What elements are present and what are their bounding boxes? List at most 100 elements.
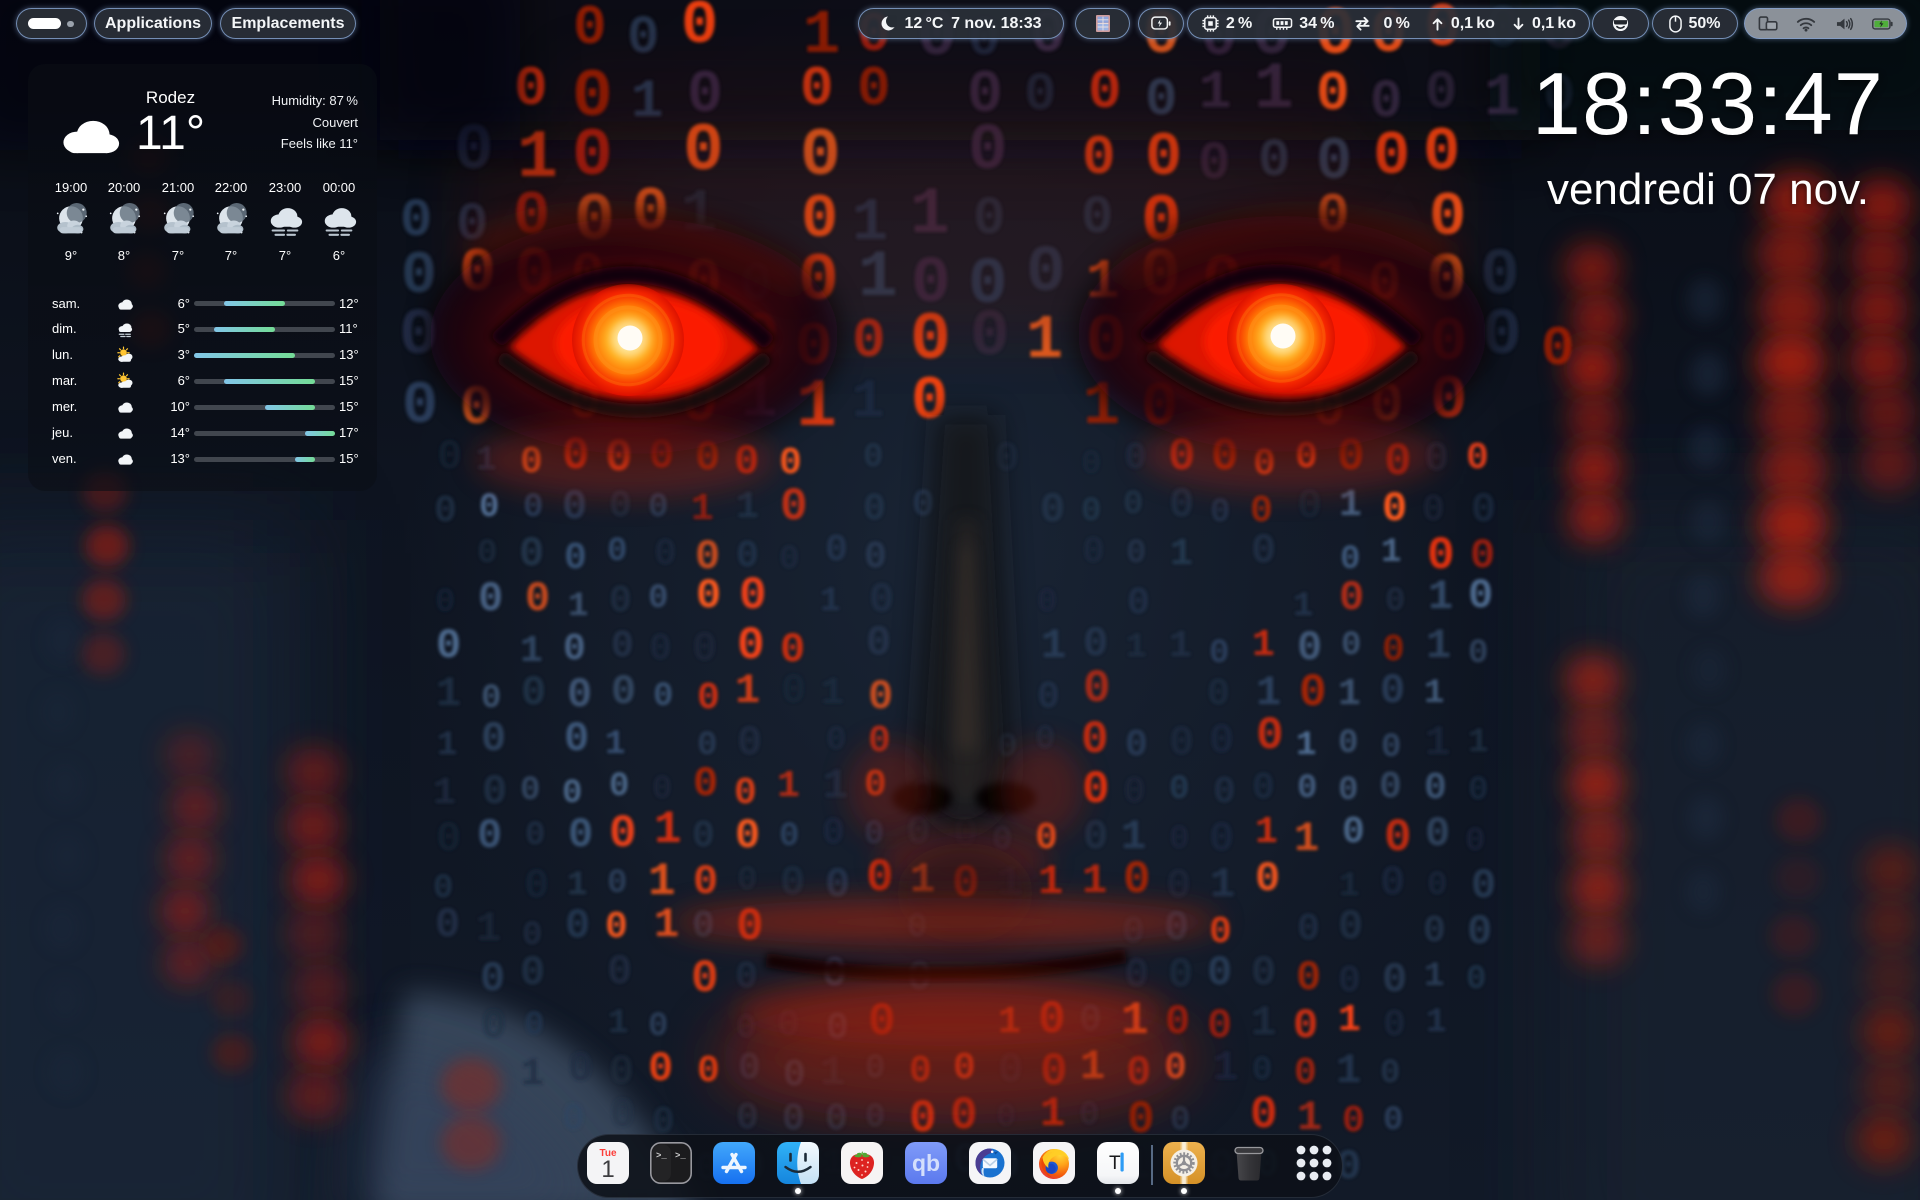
svg-text:1: 1 xyxy=(1041,622,1066,670)
svg-text:0: 0 xyxy=(523,489,543,527)
svg-text:1: 1 xyxy=(568,588,588,626)
svg-text:0: 0 xyxy=(563,628,586,671)
svg-text:0: 0 xyxy=(1124,951,1149,999)
svg-text:0: 0 xyxy=(434,490,457,533)
svg-text:0: 0 xyxy=(1425,63,1457,124)
svg-text:0: 0 xyxy=(609,1048,634,1096)
svg-text:0: 0 xyxy=(1083,663,1111,715)
svg-text:0: 0 xyxy=(696,572,721,620)
svg-text:0: 0 xyxy=(520,949,545,997)
svg-text:0: 0 xyxy=(1380,1055,1400,1093)
svg-text:0: 0 xyxy=(1040,486,1065,534)
svg-text:1: 1 xyxy=(852,372,884,433)
svg-text:0: 0 xyxy=(609,768,629,806)
svg-text:0: 0 xyxy=(1385,583,1405,621)
svg-text:1: 1 xyxy=(567,867,587,905)
svg-text:0: 0 xyxy=(653,678,673,716)
svg-text:1: 1 xyxy=(476,905,501,953)
svg-text:0: 0 xyxy=(1380,667,1405,715)
svg-text:1: 1 xyxy=(1294,815,1319,863)
svg-text:0: 0 xyxy=(864,536,887,579)
svg-text:0: 0 xyxy=(1169,719,1194,767)
svg-text:0: 0 xyxy=(1423,910,1446,953)
svg-text:0: 0 xyxy=(1379,766,1402,809)
svg-text:0: 0 xyxy=(1382,956,1407,1004)
svg-text:1: 1 xyxy=(520,630,543,673)
svg-text:0: 0 xyxy=(477,535,497,573)
svg-text:0: 0 xyxy=(435,584,455,622)
svg-text:0: 0 xyxy=(826,722,846,760)
svg-text:0: 0 xyxy=(481,715,506,763)
svg-text:0: 0 xyxy=(524,1007,544,1045)
svg-text:0: 0 xyxy=(478,575,503,623)
svg-text:0: 0 xyxy=(1425,810,1450,858)
svg-text:1: 1 xyxy=(1252,624,1275,667)
svg-text:0: 0 xyxy=(1382,629,1405,672)
svg-text:0: 0 xyxy=(573,0,607,60)
svg-text:0: 0 xyxy=(1081,493,1101,531)
svg-text:0: 0 xyxy=(868,673,893,721)
svg-text:0: 0 xyxy=(481,680,501,718)
svg-text:0: 0 xyxy=(654,533,677,576)
svg-text:0: 0 xyxy=(697,677,720,720)
svg-text:0: 0 xyxy=(1210,494,1230,532)
svg-text:0: 0 xyxy=(648,1008,668,1046)
svg-text:0: 0 xyxy=(1384,812,1412,864)
svg-text:1: 1 xyxy=(433,772,456,815)
svg-text:0: 0 xyxy=(779,442,802,485)
svg-text:0: 0 xyxy=(477,812,502,860)
svg-text:0: 0 xyxy=(1168,951,1193,999)
svg-text:0: 0 xyxy=(609,580,632,623)
svg-text:1: 1 xyxy=(1338,999,1361,1042)
svg-text:0: 0 xyxy=(521,669,546,717)
svg-text:0: 0 xyxy=(866,619,891,667)
svg-text:0: 0 xyxy=(1123,854,1151,906)
svg-text:0: 0 xyxy=(779,541,799,579)
svg-text:0: 0 xyxy=(1471,862,1496,910)
svg-text:1: 1 xyxy=(1170,533,1193,576)
svg-text:0: 0 xyxy=(779,818,799,856)
svg-text:0: 0 xyxy=(1209,635,1229,673)
svg-text:0: 0 xyxy=(692,815,715,858)
svg-text:0: 0 xyxy=(609,808,637,860)
svg-text:0: 0 xyxy=(1251,527,1276,575)
svg-text:0: 0 xyxy=(627,8,659,69)
svg-text:1: 1 xyxy=(821,672,844,715)
svg-text:1: 1 xyxy=(1468,724,1488,762)
svg-text:0: 0 xyxy=(564,715,589,763)
svg-text:1: 1 xyxy=(1336,1047,1361,1095)
svg-text:0: 0 xyxy=(607,865,627,903)
svg-text:1: 1 xyxy=(820,583,840,621)
svg-text:0: 0 xyxy=(1297,908,1320,951)
svg-text:1: 1 xyxy=(1210,861,1235,909)
svg-text:0: 0 xyxy=(825,529,848,572)
svg-text:0: 0 xyxy=(605,906,628,949)
svg-text:0: 0 xyxy=(1083,620,1108,668)
svg-text:0: 0 xyxy=(520,772,540,810)
svg-text:0: 0 xyxy=(1125,724,1148,767)
svg-text:>_: >_ xyxy=(656,1151,667,1161)
svg-text:1: 1 xyxy=(1426,1004,1446,1042)
svg-text:1: 1 xyxy=(1293,588,1313,626)
svg-text:0: 0 xyxy=(525,575,550,623)
svg-text:0: 0 xyxy=(681,0,718,61)
svg-text:0: 0 xyxy=(1207,1002,1232,1050)
svg-text:1: 1 xyxy=(1169,625,1192,668)
svg-text:0: 0 xyxy=(435,901,460,949)
svg-text:0: 0 xyxy=(1251,949,1276,997)
svg-text:1: 1 xyxy=(654,804,682,856)
svg-text:0: 0 xyxy=(1169,481,1194,529)
svg-text:0: 0 xyxy=(780,859,805,907)
svg-text:0: 0 xyxy=(480,955,505,1003)
svg-text:0: 0 xyxy=(1081,446,1101,484)
svg-text:0: 0 xyxy=(1466,437,1489,480)
svg-text:1: 1 xyxy=(1126,629,1146,667)
svg-text:0: 0 xyxy=(562,775,582,813)
svg-text:0: 0 xyxy=(1083,813,1108,861)
svg-text:0: 0 xyxy=(737,862,757,900)
svg-text:0: 0 xyxy=(1081,714,1109,766)
svg-text:0: 0 xyxy=(1468,772,1488,810)
svg-text:0: 0 xyxy=(1342,811,1365,854)
svg-text:1: 1 xyxy=(1425,719,1450,767)
svg-text:0: 0 xyxy=(611,668,636,716)
